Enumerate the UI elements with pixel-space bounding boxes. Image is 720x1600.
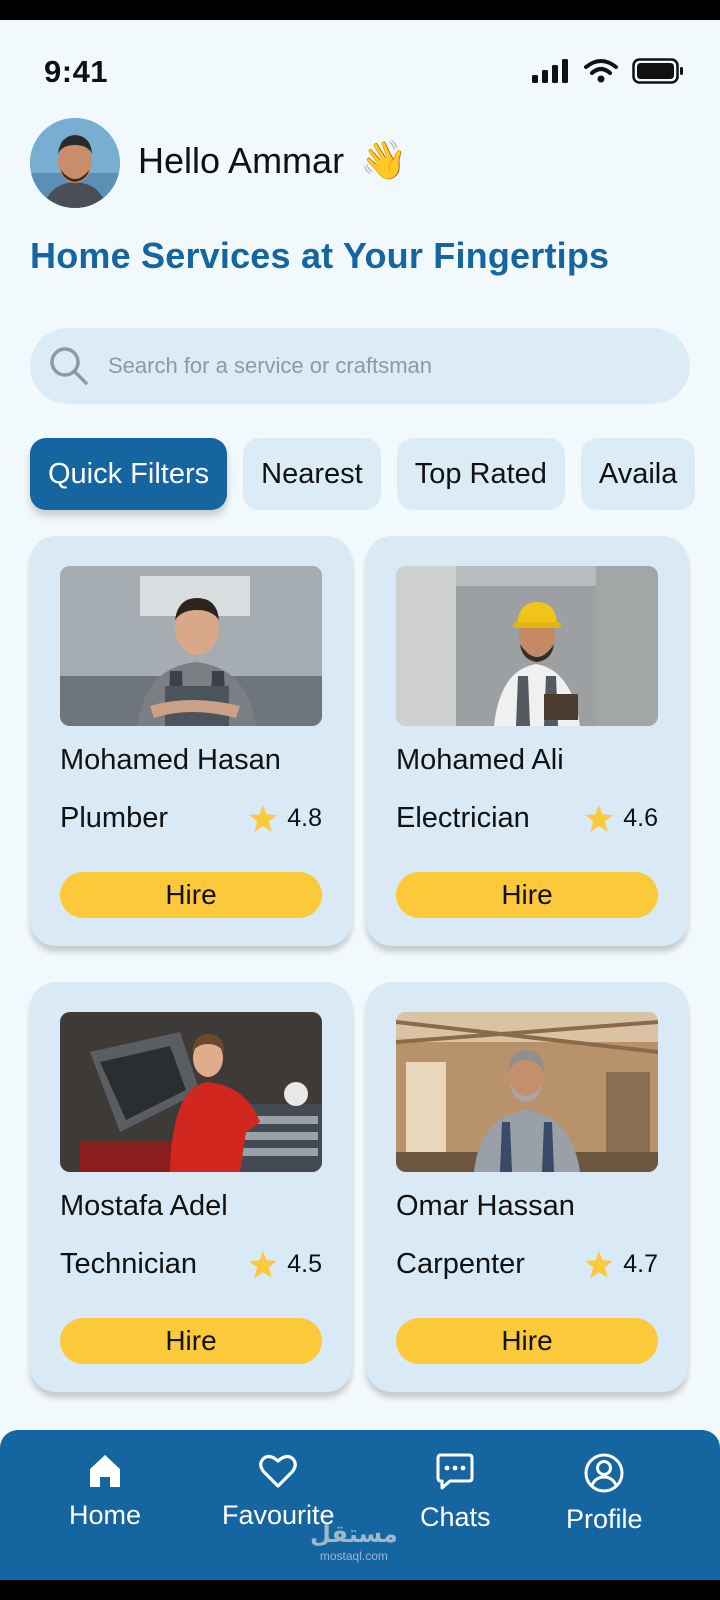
search-icon	[50, 347, 88, 385]
avatar[interactable]	[30, 118, 120, 208]
craftsman-name: Mohamed Hasan	[60, 744, 281, 776]
heart-icon	[259, 1454, 298, 1488]
filter-quick-filters[interactable]: Quick Filters	[30, 438, 228, 510]
status-time: 9:41	[44, 54, 109, 89]
rating: 4.7	[585, 1250, 658, 1279]
craftsman-photo	[60, 566, 322, 726]
rating-value: 4.5	[287, 1250, 322, 1278]
rating: 4.8	[249, 804, 322, 833]
craftsman-name: Omar Hassan	[396, 1190, 575, 1222]
home-screen: 9:41 Hello Ammar 👋 Home Services at Your…	[0, 20, 720, 1580]
filter-top-rated[interactable]: Top Rated	[396, 438, 565, 510]
star-icon	[585, 1251, 614, 1278]
star-icon	[249, 805, 278, 832]
home-icon	[90, 1455, 121, 1487]
rating: 4.6	[585, 804, 658, 833]
greeting: Hello Ammar 👋	[138, 140, 407, 182]
signal-icon	[532, 59, 568, 83]
craftsman-card[interactable]: Mohamed Hasan Plumber 4.8 Hire	[30, 536, 352, 946]
hire-button[interactable]: Hire	[60, 1318, 322, 1364]
status-bar: 9:41	[0, 20, 720, 120]
craftsman-name: Mostafa Adel	[60, 1190, 228, 1222]
chat-icon	[436, 1453, 474, 1490]
rating-value: 4.6	[623, 804, 658, 832]
battery-icon	[632, 58, 683, 84]
craftsman-card[interactable]: Omar Hassan Carpenter 4.7 Hire	[366, 982, 688, 1392]
craftsman-role: Carpenter	[396, 1248, 525, 1280]
craftsman-name: Mohamed Ali	[396, 744, 564, 776]
hire-button[interactable]: Hire	[396, 872, 658, 918]
nav-profile-label: Profile	[566, 1504, 643, 1534]
nav-home-label: Home	[69, 1500, 142, 1530]
craftsman-role: Plumber	[60, 802, 168, 834]
watermark-latin: mostaql.com	[319, 1549, 388, 1563]
search-input[interactable]	[108, 353, 648, 379]
star-icon	[249, 1251, 278, 1278]
craftsman-role: Electrician	[396, 802, 530, 834]
rating-value: 4.7	[623, 1250, 658, 1278]
hire-button[interactable]: Hire	[60, 872, 322, 918]
filter-nearest[interactable]: Nearest	[243, 438, 381, 510]
star-icon	[585, 805, 614, 832]
craftsman-photo	[396, 1012, 658, 1172]
filter-available[interactable]: Availa	[580, 438, 696, 510]
craftsman-card[interactable]: Mohamed Ali Electrician 4.6 Hire	[366, 536, 688, 946]
bottom-nav: Home Favourite Chats Profile مستقل mosta…	[0, 1430, 720, 1580]
rating: 4.5	[249, 1250, 322, 1279]
wifi-icon	[584, 59, 618, 83]
nav-home[interactable]: Home	[69, 1452, 141, 1531]
greeting-text: Hello Ammar	[138, 140, 345, 181]
page-title: Home Services at Your Fingertips	[30, 235, 610, 276]
nav-chats-label: Chats	[420, 1502, 491, 1532]
nav-chats[interactable]: Chats	[420, 1452, 491, 1533]
search-bar[interactable]	[30, 328, 690, 404]
craftsman-role: Technician	[60, 1248, 198, 1280]
nav-profile[interactable]: Profile	[566, 1452, 643, 1535]
watermark-arabic: مستقل	[310, 1521, 398, 1548]
craftsman-photo	[60, 1012, 322, 1172]
hire-button[interactable]: Hire	[396, 1318, 658, 1364]
craftsman-photo	[396, 566, 658, 726]
status-icons	[532, 58, 684, 84]
watermark: مستقل mostaql.com	[310, 1520, 398, 1563]
rating-value: 4.8	[287, 804, 322, 832]
filter-chips: Quick Filters Nearest Top Rated Availa	[30, 438, 696, 510]
profile-icon	[584, 1453, 624, 1493]
wave-emoji-icon: 👋	[360, 140, 408, 182]
craftsman-card[interactable]: Mostafa Adel Technician 4.5 Hire	[30, 982, 352, 1392]
